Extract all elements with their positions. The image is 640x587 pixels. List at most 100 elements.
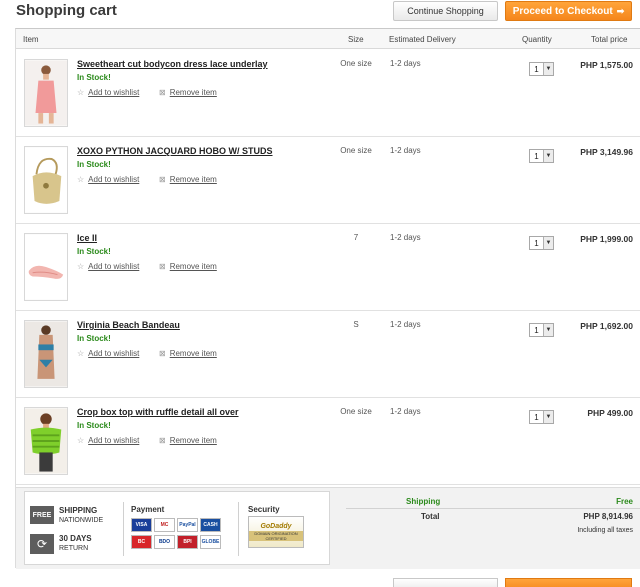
wishlist-label: Add to wishlist xyxy=(88,349,140,358)
product-name-link[interactable]: Virginia Beach Bandeau xyxy=(77,320,180,330)
security-seal-icon: GoDaddy DOMAIN ORIGINATION CERTIFIED xyxy=(248,516,304,548)
free-shipping-badge: FREE xyxy=(30,506,54,524)
page-title: Shopping cart xyxy=(16,2,117,19)
remove-item-link[interactable]: ⊠ Remove item xyxy=(159,175,217,184)
shoe-icon[interactable] xyxy=(24,233,68,301)
wishlist-label: Add to wishlist xyxy=(88,262,140,271)
shipping-summary-value: Free xyxy=(616,497,633,506)
divider xyxy=(346,508,640,509)
quantity-select[interactable]: 1 ▼ xyxy=(529,149,554,163)
remove-label: Remove item xyxy=(169,175,217,184)
chevron-down-icon: ▼ xyxy=(543,411,553,423)
quantity-value: 1 xyxy=(534,151,539,161)
add-to-wishlist-link[interactable]: ☆ Add to wishlist xyxy=(77,88,139,97)
visa-logo-icon: VISA xyxy=(131,518,152,532)
item-size: One size xyxy=(340,59,372,68)
order-summary: FREE SHIPPING NATIONWIDE ⟳ 30 DAYS RETUR… xyxy=(16,487,640,569)
security-strip: DOMAIN ORIGINATION CERTIFIED xyxy=(249,531,303,541)
remove-item-link[interactable]: ⊠ Remove item xyxy=(159,436,217,445)
star-icon: ☆ xyxy=(77,175,85,184)
add-to-wishlist-link[interactable]: ☆ Add to wishlist xyxy=(77,262,139,271)
item-size: 7 xyxy=(353,233,359,242)
item-delivery: 1-2 days xyxy=(390,59,421,68)
item-size: One size xyxy=(340,407,372,416)
remove-label: Remove item xyxy=(169,262,217,271)
header-item: Item xyxy=(23,35,39,44)
remove-icon: ⊠ xyxy=(159,88,166,97)
bpi-logo-icon: BPI xyxy=(177,535,198,549)
shipping-info: SHIPPING NATIONWIDE xyxy=(59,506,103,526)
quantity-value: 1 xyxy=(534,64,539,74)
bikini-icon[interactable] xyxy=(24,320,68,388)
security-title: Security xyxy=(248,505,280,514)
quantity-select[interactable]: 1 ▼ xyxy=(529,62,554,76)
add-to-wishlist-link[interactable]: ☆ Add to wishlist xyxy=(77,436,139,445)
cart-row: XOXO PYTHON JACQUARD HOBO W/ STUDS In St… xyxy=(16,137,640,224)
remove-item-link[interactable]: ⊠ Remove item xyxy=(159,262,217,271)
star-icon: ☆ xyxy=(77,349,85,358)
header-size: Size xyxy=(348,35,364,44)
nationwide-label: NATIONWIDE xyxy=(59,517,104,524)
quantity-select[interactable]: 1 ▼ xyxy=(529,410,554,424)
item-delivery: 1-2 days xyxy=(390,407,421,416)
chevron-down-icon: ▼ xyxy=(543,63,553,75)
remove-icon: ⊠ xyxy=(159,349,166,358)
shipping-label: SHIPPING xyxy=(59,506,98,515)
payment-title: Payment xyxy=(131,505,165,514)
proceed-to-checkout-button[interactable]: Proceed to Checkout ➡ xyxy=(505,1,632,21)
security-logo: GoDaddy xyxy=(260,523,292,530)
product-name-link[interactable]: Ice II xyxy=(77,233,97,243)
divider xyxy=(123,502,124,556)
wishlist-label: Add to wishlist xyxy=(88,436,140,445)
remove-item-link[interactable]: ⊠ Remove item xyxy=(159,88,217,97)
days-label: 30 DAYS xyxy=(59,534,92,543)
remove-icon: ⊠ xyxy=(159,262,166,271)
handbag-icon[interactable] xyxy=(24,146,68,214)
quantity-select[interactable]: 1 ▼ xyxy=(529,323,554,337)
return-info: 30 DAYS RETURN xyxy=(59,534,92,554)
item-price: PHP 1,575.00 xyxy=(580,60,633,70)
product-name-link[interactable]: XOXO PYTHON JACQUARD HOBO W/ STUDS xyxy=(77,146,273,156)
remove-label: Remove item xyxy=(169,436,217,445)
wishlist-label: Add to wishlist xyxy=(88,88,140,97)
header-total-price: Total price xyxy=(591,35,628,44)
shipping-summary-label: Shipping xyxy=(406,497,441,506)
cash-logo-icon: CASH xyxy=(200,518,221,532)
remove-label: Remove item xyxy=(169,349,217,358)
product-name-link[interactable]: Sweetheart cut bodycon dress lace underl… xyxy=(77,59,268,69)
item-delivery: 1-2 days xyxy=(390,233,421,242)
remove-item-link[interactable]: ⊠ Remove item xyxy=(159,349,217,358)
add-to-wishlist-link[interactable]: ☆ Add to wishlist xyxy=(77,175,139,184)
product-name-link[interactable]: Crop box top with ruffle detail all over xyxy=(77,407,239,417)
dress-icon[interactable] xyxy=(24,59,68,127)
cart-row: Ice II In Stock! ☆ Add to wishlist ⊠ Remov… xyxy=(16,224,640,311)
item-delivery: 1-2 days xyxy=(390,146,421,155)
quantity-value: 1 xyxy=(534,412,539,422)
bc-logo-icon: BC xyxy=(131,535,152,549)
star-icon: ☆ xyxy=(77,262,85,271)
cart-header: Item Size Estimated Delivery Quantity To… xyxy=(16,29,640,49)
continue-shopping-button-bottom[interactable] xyxy=(393,578,498,587)
add-to-wishlist-link[interactable]: ☆ Add to wishlist xyxy=(77,349,139,358)
item-size: One size xyxy=(340,146,372,155)
header-delivery: Estimated Delivery xyxy=(389,35,456,44)
item-price: PHP 3,149.96 xyxy=(580,147,633,157)
stock-status: In Stock! xyxy=(77,247,111,256)
remove-label: Remove item xyxy=(169,88,217,97)
paypal-logo-icon: PayPal xyxy=(177,518,198,532)
star-icon: ☆ xyxy=(77,88,85,97)
remove-icon: ⊠ xyxy=(159,175,166,184)
item-size: S xyxy=(353,320,359,329)
checkout-label: Proceed to Checkout xyxy=(512,5,613,17)
total-label: Total xyxy=(421,512,440,521)
star-icon: ☆ xyxy=(77,436,85,445)
item-price: PHP 499.00 xyxy=(587,408,633,418)
continue-shopping-button[interactable]: Continue Shopping xyxy=(393,1,498,21)
stock-status: In Stock! xyxy=(77,73,111,82)
proceed-to-checkout-button-bottom[interactable] xyxy=(505,578,632,587)
taxes-note: Including all taxes xyxy=(577,527,633,534)
top-icon[interactable] xyxy=(24,407,68,475)
quantity-value: 1 xyxy=(534,325,539,335)
quantity-select[interactable]: 1 ▼ xyxy=(529,236,554,250)
item-price: PHP 1,999.00 xyxy=(580,234,633,244)
